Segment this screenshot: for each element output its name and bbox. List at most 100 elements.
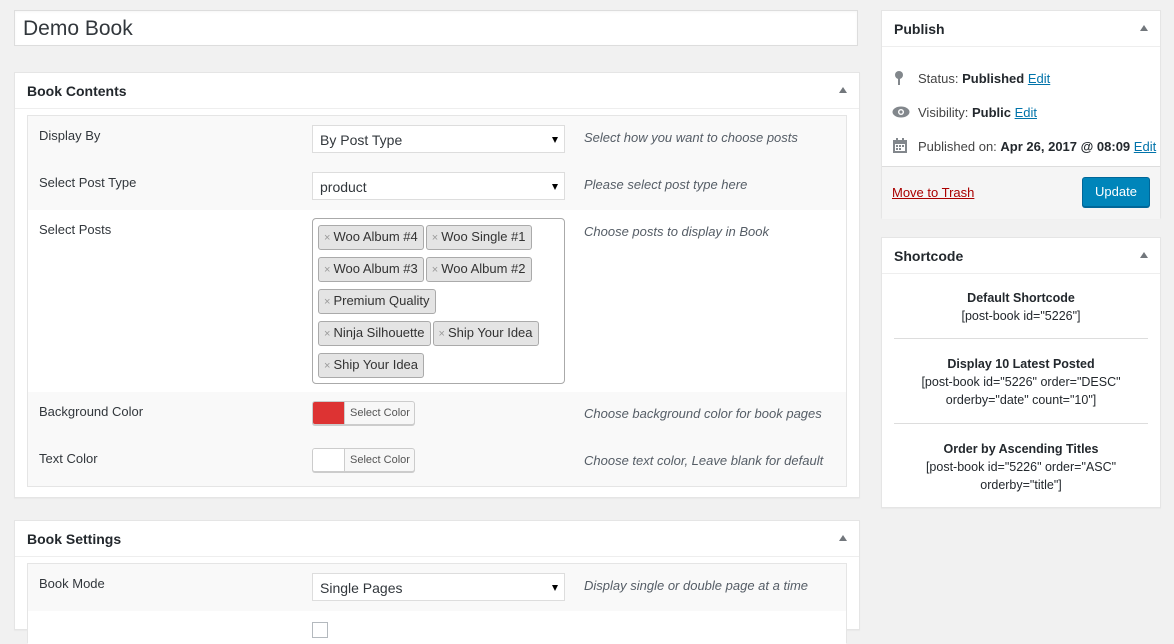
eye-icon	[892, 106, 910, 118]
shortcode-block: Display 10 Latest Posted [post-book id="…	[894, 355, 1148, 409]
published-on-value: Apr 26, 2017 @ 08:09	[1000, 139, 1131, 154]
dropdown-caret-icon	[552, 184, 558, 190]
shortcode-title: Shortcode	[894, 248, 964, 264]
post-tag[interactable]: × Premium Quality	[318, 289, 436, 314]
update-button[interactable]: Update	[1082, 177, 1150, 207]
shortcode-block-title: Display 10 Latest Posted	[947, 357, 1095, 371]
collapse-arrow-icon[interactable]	[839, 535, 847, 541]
shortcode-block-title: Default Shortcode	[967, 291, 1075, 305]
visibility-label: Visibility:	[918, 105, 969, 120]
edit-visibility-link[interactable]: Edit	[1015, 105, 1037, 120]
display-by-value: By Post Type	[320, 132, 403, 148]
book-contents-box: Book Contents Display By By Post Type Se…	[14, 72, 860, 498]
dropdown-caret-icon	[552, 137, 558, 143]
shortcode-code: [post-book id="5226" order="DESC"	[921, 375, 1121, 389]
visibility-row: Visibility: Public Edit	[892, 105, 1037, 120]
display-by-desc: Select how you want to choose posts	[584, 130, 798, 145]
status-label: Status:	[918, 71, 959, 86]
shortcode-box: Shortcode Default Shortcode [post-book i…	[881, 237, 1161, 508]
shortcode-block: Order by Ascending Titles [post-book id=…	[894, 440, 1148, 494]
book-settings-title: Book Settings	[27, 531, 122, 547]
dropdown-caret-icon	[552, 585, 558, 591]
calendar-icon	[893, 138, 907, 153]
text-color-picker-button[interactable]: Select Color	[312, 448, 415, 472]
collapse-arrow-icon[interactable]	[1140, 252, 1148, 258]
text-color-label: Text Color	[39, 451, 98, 466]
book-settings-box: Book Settings Book Mode Single Pages Dis…	[14, 520, 860, 644]
checkbox[interactable]	[312, 622, 328, 638]
book-contents-table: Display By By Post Type Select how you w…	[27, 115, 847, 487]
post-tag[interactable]: × Woo Album #4	[318, 225, 424, 250]
display-by-label: Display By	[39, 128, 101, 143]
visibility-value: Public	[971, 105, 1011, 120]
remove-icon[interactable]: ×	[324, 264, 330, 276]
book-mode-value: Single Pages	[320, 580, 403, 596]
book-mode-desc: Display single or double page at a time	[584, 578, 809, 593]
edit-date-link[interactable]: Edit	[1134, 139, 1156, 154]
text-color-swatch	[313, 449, 345, 471]
pin-icon	[895, 71, 903, 85]
collapse-arrow-icon[interactable]	[839, 87, 847, 93]
row-text-color: Text Color Select Color Choose text colo…	[28, 439, 846, 486]
select-color-label: Select Color	[350, 454, 410, 466]
remove-icon[interactable]: ×	[324, 328, 330, 340]
remove-icon[interactable]: ×	[439, 328, 445, 340]
row-select-posts: Select Posts × Woo Album #4 × Woo Single #1…	[28, 210, 846, 392]
row-book-mode: Book Mode Single Pages Display single or…	[28, 564, 846, 611]
select-posts-label: Select Posts	[39, 222, 112, 237]
edit-status-link[interactable]: Edit	[1028, 71, 1050, 86]
shortcode-code: [post-book id="5226" order="ASC"	[925, 460, 1117, 474]
remove-icon[interactable]: ×	[324, 232, 330, 244]
book-contents-title: Book Contents	[27, 83, 127, 99]
shortcode-block: Default Shortcode [post-book id="5226"]	[894, 289, 1148, 325]
post-tag[interactable]: × Woo Single #1	[425, 225, 532, 250]
divider	[894, 338, 1148, 339]
row-bg-color: Background Color Select Color Choose bac…	[28, 392, 846, 439]
publish-box: Publish Status: Published Edit Visibilit…	[881, 10, 1161, 219]
shortcode-header[interactable]: Shortcode	[882, 238, 1160, 274]
divider	[894, 423, 1148, 424]
shortcode-code-cont: orderby="title"]	[980, 478, 1062, 492]
post-type-select[interactable]: product	[312, 172, 565, 200]
bg-color-picker-button[interactable]: Select Color	[312, 401, 415, 425]
display-by-select[interactable]: By Post Type	[312, 125, 565, 153]
book-mode-select[interactable]: Single Pages	[312, 573, 565, 601]
post-tag[interactable]: × Ship Your Idea	[432, 321, 539, 346]
row-post-type: Select Post Type product Please select p…	[28, 163, 846, 210]
post-type-label: Select Post Type	[39, 175, 137, 190]
status-value: Published	[962, 71, 1025, 86]
shortcode-block-title: Order by Ascending Titles	[943, 442, 1099, 456]
publish-header[interactable]: Publish	[882, 11, 1160, 47]
post-tag[interactable]: × Woo Album #2	[425, 257, 532, 282]
row-display-by: Display By By Post Type Select how you w…	[28, 116, 846, 163]
remove-icon[interactable]: ×	[324, 360, 330, 372]
book-contents-header[interactable]: Book Contents	[15, 73, 859, 109]
bg-color-label: Background Color	[39, 404, 144, 419]
remove-icon[interactable]: ×	[432, 264, 438, 276]
text-color-desc: Choose text color, Leave blank for defau…	[584, 453, 824, 468]
select-color-label: Select Color	[350, 407, 410, 419]
post-title-input[interactable]: Demo Book	[14, 10, 858, 46]
select-posts-desc: Choose posts to display in Book	[584, 224, 769, 239]
status-row: Status: Published Edit	[892, 71, 1050, 86]
move-to-trash-link[interactable]: Move to Trash	[892, 185, 974, 200]
remove-icon[interactable]: ×	[432, 232, 438, 244]
publish-title: Publish	[894, 21, 945, 37]
collapse-arrow-icon[interactable]	[1140, 25, 1148, 31]
shortcode-code-cont: orderby="date" count="10"]	[945, 393, 1097, 407]
book-settings-table: Book Mode Single Pages Display single or…	[27, 563, 847, 644]
post-tag[interactable]: × Woo Album #3	[318, 257, 424, 282]
bg-color-desc: Choose background color for book pages	[584, 406, 822, 421]
row-next-setting	[28, 611, 846, 644]
post-type-value: product	[320, 179, 367, 195]
post-tag[interactable]: × Ship Your Idea	[318, 353, 425, 378]
published-on-row: Published on: Apr 26, 2017 @ 08:09 Edit	[892, 138, 1156, 154]
shortcode-code: [post-book id="5226"]	[961, 309, 1081, 323]
post-type-desc: Please select post type here	[584, 177, 748, 192]
bg-color-swatch	[313, 402, 345, 424]
remove-icon[interactable]: ×	[324, 296, 330, 308]
post-tag[interactable]: × Ninja Silhouette	[318, 321, 431, 346]
book-mode-label: Book Mode	[39, 576, 105, 591]
select-posts-multiselect[interactable]: × Woo Album #4 × Woo Single #1 × Woo Album #…	[312, 218, 565, 384]
book-settings-header[interactable]: Book Settings	[15, 521, 859, 557]
